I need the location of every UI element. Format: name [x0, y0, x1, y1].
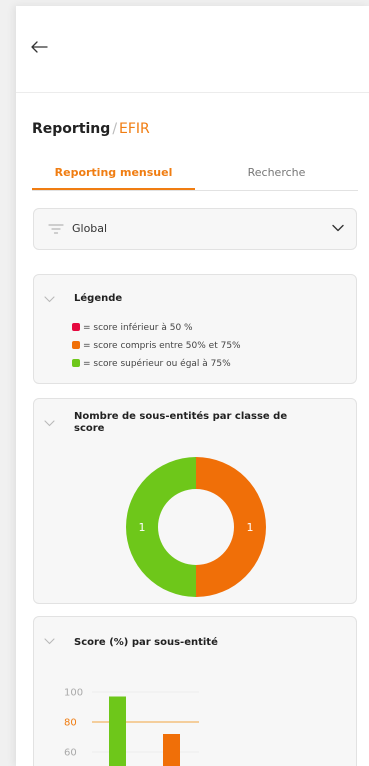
donut-chart: 11	[34, 399, 356, 603]
collapse-chevron-icon[interactable]	[44, 296, 55, 303]
donut-slice	[196, 457, 266, 597]
legend-item-label: = score inférieur à 50 %	[83, 323, 193, 333]
page-title: Reporting/EFIR	[32, 121, 150, 137]
y-tick-label: 60	[64, 748, 77, 759]
legend-item-label: = score supérieur ou égal à 75%	[83, 359, 231, 369]
donut-slice-label: 1	[139, 521, 146, 534]
app-screen: Reporting/EFIR Reporting mensuel Recherc…	[16, 6, 369, 766]
legend-card: Légende = score inférieur à 50 % = score…	[33, 274, 357, 384]
tab-recherche[interactable]: Recherche	[195, 164, 358, 190]
page-subtitle: EFIR	[119, 121, 150, 137]
scope-select[interactable]: Global	[33, 208, 357, 250]
bar	[109, 697, 126, 766]
legend-item-orange: = score compris entre 50% et 75%	[72, 341, 241, 351]
legend-item-label: = score compris entre 50% et 75%	[83, 341, 241, 351]
bar-chart-card: Score (%) par sous-entité 1008060	[33, 616, 357, 766]
arrow-left-icon[interactable]	[30, 39, 48, 55]
y-tick-label: 80	[64, 718, 77, 729]
y-tick-label: 100	[64, 688, 83, 699]
donut-slice-label: 1	[247, 521, 254, 534]
legend-swatch-green	[72, 359, 80, 367]
legend-swatch-orange	[72, 341, 80, 349]
top-bar	[16, 6, 369, 93]
scope-select-value: Global	[72, 222, 107, 235]
legend-item-green: = score supérieur ou égal à 75%	[72, 359, 231, 369]
bar-chart: 100 80 60	[34, 617, 356, 766]
page-title-main: Reporting	[32, 121, 110, 137]
legend-item-red: = score inférieur à 50 %	[72, 323, 193, 333]
legend-swatch-red	[72, 323, 80, 331]
donut-slice	[126, 457, 196, 597]
filter-icon	[48, 222, 64, 236]
title-separator: /	[112, 121, 117, 137]
tab-reporting-mensuel[interactable]: Reporting mensuel	[32, 164, 195, 190]
chevron-down-icon	[332, 224, 344, 232]
donut-chart-card: Nombre de sous-entités par classe de sco…	[33, 398, 357, 604]
legend-title: Légende	[74, 293, 122, 305]
tab-bar: Reporting mensuel Recherche	[32, 164, 358, 191]
bar	[163, 734, 180, 766]
